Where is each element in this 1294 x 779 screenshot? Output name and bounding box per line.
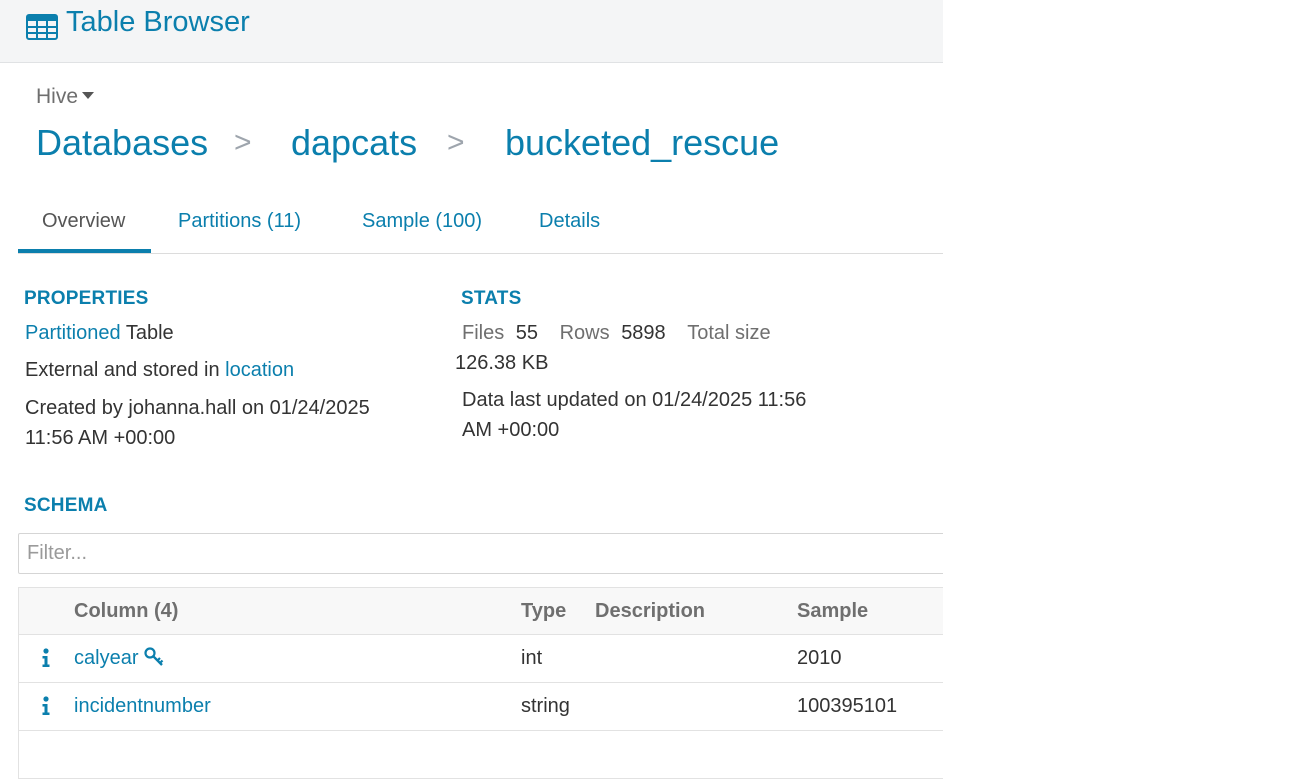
- column-name-link[interactable]: calyear: [74, 635, 165, 682]
- column-type: int: [521, 647, 543, 669]
- schema-table: Column (4) Type Description Sample calye…: [18, 587, 943, 779]
- source-selector-label: Hive: [36, 85, 79, 108]
- created-line-2: 11:56 AM +00:00: [25, 427, 176, 449]
- partitioned-line: Partitioned Table: [25, 318, 174, 348]
- column-header-sample[interactable]: Sample: [797, 588, 868, 635]
- properties-heading: PROPERTIES: [24, 288, 149, 309]
- files-value: 55: [515, 322, 539, 344]
- total-size-label: Total size: [687, 322, 771, 344]
- tab-details[interactable]: Details: [539, 210, 600, 233]
- partitioned-link[interactable]: Partitioned: [25, 322, 121, 344]
- column-type: string: [521, 695, 570, 717]
- column-sample: 2010: [797, 647, 842, 669]
- column-sample: 100395101: [797, 695, 898, 717]
- breadcrumb-database-name[interactable]: dapcats: [291, 122, 417, 164]
- source-selector[interactable]: Hive: [36, 85, 95, 109]
- location-link[interactable]: location: [225, 359, 294, 381]
- table-browser-app: Table Browser Hive Databases > dapcats >…: [0, 0, 943, 779]
- total-size-value: 126.38 KB: [455, 352, 549, 374]
- updated-line-2: AM +00:00: [462, 419, 560, 441]
- table-row: incidentnumber string 100395101: [18, 683, 943, 731]
- table-grid-icon: [26, 14, 58, 40]
- schema-table-header: Column (4) Type Description Sample: [18, 587, 943, 635]
- tab-overview[interactable]: Overview: [42, 210, 125, 233]
- storage-prefix: External and stored in: [25, 359, 226, 381]
- table-row: [18, 731, 943, 779]
- top-bar: Table Browser: [0, 0, 943, 63]
- breadcrumb-table-name[interactable]: bucketed_rescue: [505, 122, 779, 164]
- active-tab-indicator: [18, 249, 151, 253]
- storage-line: External and stored in location: [25, 355, 294, 385]
- stats-heading: STATS: [461, 288, 522, 309]
- partitioned-suffix: Table: [120, 322, 174, 344]
- tab-sample[interactable]: Sample (100): [362, 210, 482, 233]
- table-row: calyear int 2010: [18, 635, 943, 683]
- created-line-1: Created by johanna.hall on 01/24/2025: [25, 397, 370, 419]
- files-label: Files: [462, 322, 505, 344]
- schema-heading: SCHEMA: [24, 495, 108, 516]
- key-icon: [144, 647, 164, 666]
- app-title: Table Browser: [66, 6, 250, 38]
- rows-label: Rows: [559, 322, 610, 344]
- breadcrumb-separator: >: [447, 126, 465, 159]
- column-name-link[interactable]: incidentnumber: [74, 683, 211, 730]
- column-header-description[interactable]: Description: [595, 588, 705, 635]
- tab-partitions[interactable]: Partitions (11): [178, 210, 301, 233]
- tab-divider: [18, 253, 943, 254]
- updated-line-1: Data last updated on 01/24/2025 11:56: [462, 389, 807, 411]
- info-icon[interactable]: [40, 695, 52, 717]
- schema-filter-input[interactable]: [18, 533, 943, 574]
- column-name: calyear: [74, 647, 139, 669]
- stats-counts-line: Files 55 Rows 5898 Total size: [462, 318, 771, 348]
- column-header-column[interactable]: Column (4): [74, 588, 178, 635]
- breadcrumb-databases[interactable]: Databases: [36, 122, 208, 164]
- breadcrumb-separator: >: [234, 126, 252, 159]
- column-header-type[interactable]: Type: [521, 588, 566, 635]
- caret-down-icon: [82, 91, 95, 99]
- rows-value: 5898: [621, 322, 666, 344]
- info-icon[interactable]: [40, 647, 52, 669]
